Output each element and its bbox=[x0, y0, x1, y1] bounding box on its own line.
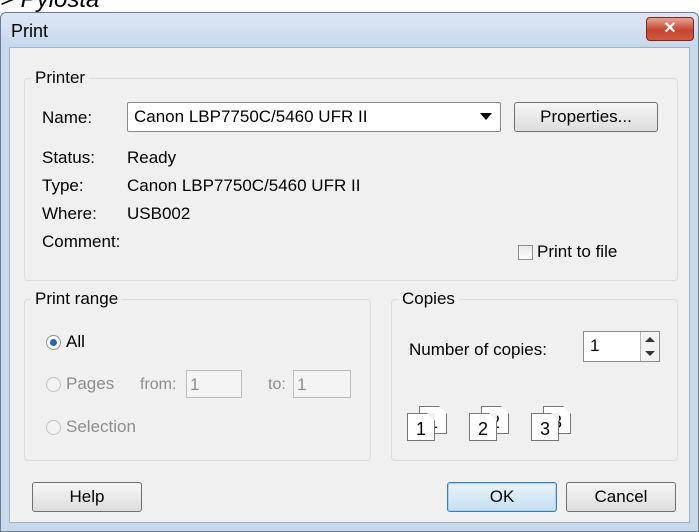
pages-radio[interactable] bbox=[46, 377, 61, 392]
collate-page-icon: 2 bbox=[469, 413, 497, 441]
from-page-input[interactable]: 1 bbox=[186, 370, 242, 398]
printer-name-value: Canon LBP7750C/5460 UFR II bbox=[134, 107, 368, 126]
dialog-body: Printer Name: Canon LBP7750C/5460 UFR II… bbox=[9, 47, 690, 523]
title-bar[interactable]: Print ✕ bbox=[1, 13, 698, 47]
to-label: to: bbox=[268, 376, 286, 393]
copies-label: Copies bbox=[402, 289, 455, 308]
print-range-label: Print range bbox=[35, 289, 119, 308]
dialog-title: Print bbox=[11, 21, 49, 41]
properties-button[interactable]: Properties... bbox=[514, 102, 658, 132]
spin-up-icon[interactable] bbox=[645, 337, 655, 342]
where-value: USB002 bbox=[127, 204, 191, 223]
all-radio[interactable] bbox=[46, 335, 61, 350]
help-button[interactable]: Help bbox=[32, 482, 142, 512]
collate-illustration: 1 1 2 2 3 3 bbox=[407, 395, 571, 441]
collate-page-icon: 1 bbox=[407, 413, 435, 441]
all-radio-label[interactable]: All bbox=[66, 332, 85, 352]
close-icon: ✕ bbox=[663, 20, 677, 37]
collate-page-icon: 3 bbox=[531, 413, 559, 441]
status-label: Status: bbox=[42, 148, 95, 167]
print-to-file-checkbox[interactable] bbox=[518, 245, 533, 260]
printer-name-select[interactable]: Canon LBP7750C/5460 UFR II bbox=[127, 102, 501, 132]
to-page-value: 1 bbox=[297, 375, 307, 394]
comment-label: Comment: bbox=[42, 232, 121, 251]
selection-radio-label[interactable]: Selection bbox=[66, 417, 136, 437]
spin-buttons[interactable] bbox=[640, 332, 659, 361]
number-of-copies-label: Number of copies: bbox=[409, 340, 547, 359]
selection-radio[interactable] bbox=[46, 420, 61, 435]
number-of-copies-stepper[interactable]: 1 bbox=[583, 331, 660, 362]
printer-group-label: Printer bbox=[35, 68, 86, 87]
number-of-copies-value: 1 bbox=[590, 336, 600, 355]
type-value: Canon LBP7750C/5460 UFR II bbox=[127, 176, 361, 195]
chevron-down-icon bbox=[480, 113, 492, 120]
status-value: Ready bbox=[127, 148, 177, 167]
pages-radio-label[interactable]: Pages bbox=[66, 374, 114, 394]
from-page-value: 1 bbox=[190, 375, 200, 394]
ok-button[interactable]: OK bbox=[447, 482, 557, 512]
where-label: Where: bbox=[42, 204, 97, 223]
print-dialog: Print ✕ Printer Name: Canon LBP7750C/546… bbox=[0, 12, 699, 532]
from-label: from: bbox=[140, 376, 177, 393]
name-label: Name: bbox=[42, 108, 93, 127]
close-button[interactable]: ✕ bbox=[646, 17, 694, 41]
cancel-button[interactable]: Cancel bbox=[566, 482, 676, 512]
to-page-input[interactable]: 1 bbox=[293, 370, 351, 398]
type-label: Type: bbox=[42, 176, 84, 195]
spin-down-icon[interactable] bbox=[645, 351, 655, 356]
print-to-file-label[interactable]: Print to file bbox=[537, 242, 617, 262]
